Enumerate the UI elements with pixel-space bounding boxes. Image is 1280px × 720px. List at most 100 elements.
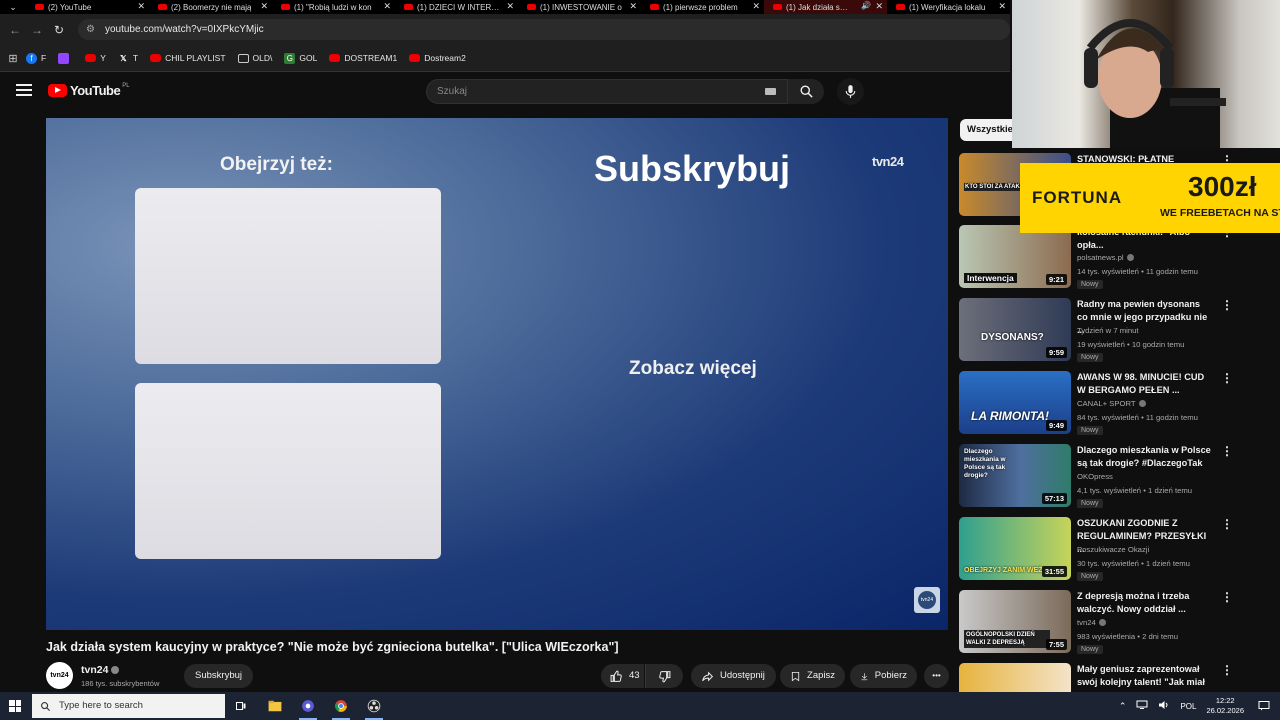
video-channel[interactable]: Tydzień w 7 minut [1077,326,1139,335]
file-explorer-icon[interactable] [262,696,288,716]
voice-search-button[interactable] [837,78,864,105]
list-item[interactable]: LA RIMONTA! 9:49 AWANS W 98. MINUCIE! CU… [959,371,1233,437]
bookmark[interactable] [58,52,73,64]
taskbar-search-input[interactable]: Type here to search [32,694,225,718]
save-button[interactable]: Zapisz [780,664,845,688]
video-thumbnail[interactable]: Dlaczego mieszkania w Polsce są tak drog… [959,444,1071,507]
browser-tab[interactable]: (1) DZIECI W INTERNE ✕ [395,0,518,14]
video-thumbnail[interactable]: LA RIMONTA! 9:49 [959,371,1071,434]
browser-tab[interactable]: (1) pierwsze problem ✕ [641,0,764,14]
apps-grid-icon[interactable]: ⊞ [0,52,26,65]
url-field[interactable]: ⚙ youtube.com/watch?v=0IXPkcYMjic [78,19,1010,40]
endscreen-see-more[interactable]: Zobacz więcej [629,358,757,380]
site-info-icon[interactable]: ⚙ [86,24,95,35]
tray-chevron-icon[interactable]: ⌃ [1119,701,1127,712]
more-options-icon[interactable]: ⋮ [1221,445,1233,457]
close-icon[interactable]: ✕ [629,1,637,12]
browser-tab[interactable]: (2) Boomerzy nie mają ✕ [149,0,272,14]
dislike-button[interactable] [645,664,683,688]
close-icon[interactable]: ✕ [875,1,883,12]
more-options-icon[interactable]: ⋮ [1221,664,1233,676]
video-player[interactable]: Obejrzyj też: Subskrybuj tvn24 Zobacz wi… [46,118,948,630]
taskbar-clock[interactable]: 12:22 26.02.2026 [1206,696,1244,716]
list-item[interactable]: OGÓLNOPOLSKI DZIEŃ WALKI Z DEPRESJĄ 7:55… [959,590,1233,656]
list-item[interactable]: Mały geniusz zaprezentował swój kolejny … [959,663,1233,692]
tab-search-chevron-icon[interactable]: ⌄ [0,0,26,14]
speaker-icon[interactable]: 🔊 [861,1,871,10]
list-item[interactable]: Dlaczego mieszkania w Polsce są tak drog… [959,444,1233,510]
bookmark[interactable]: G GOL [284,52,317,64]
video-channel[interactable]: polsatnews.pl [1077,253,1134,262]
list-item[interactable]: OBEJRZYJ ZANIM WEŹ 31:55 OSZUKANI ZGODNI… [959,517,1233,583]
endscreen-subscribe[interactable]: Subskrybuj [594,148,790,190]
video-thumbnail[interactable] [959,663,1071,692]
obs-icon[interactable] [361,696,387,720]
browser-tab[interactable]: (1) "Robią ludzi w kon ✕ [272,0,395,14]
streaming-app-icon[interactable] [295,696,321,720]
video-title[interactable]: Mały geniusz zaprezentował swój kolejny … [1077,663,1213,692]
bookmark[interactable]: 𝕏T [118,53,138,64]
more-options-icon[interactable]: ⋮ [1221,518,1233,530]
video-thumbnail[interactable]: OBEJRZYJ ZANIM WEŹ 31:55 [959,517,1071,580]
browser-tab-active[interactable]: (1) Jak działa syst 🔊 ✕ [764,0,887,14]
list-item[interactable]: Interwencja 9:21 kolosalne rachunki. "Al… [959,225,1233,291]
bookmark-folder[interactable]: OLD\ [237,53,272,63]
bookmark[interactable]: CHIL PLAYLIST [150,53,226,63]
subscribe-button[interactable]: Subskrybuj [184,664,253,688]
chrome-icon[interactable] [328,696,354,720]
video-channel[interactable]: CANAL+ SPORT [1077,399,1146,408]
video-title[interactable]: Z depresją można i trzeba walczyć. Nowy … [1077,590,1213,616]
chip-all[interactable]: Wszystkie [960,119,1020,141]
video-duration: 9:21 [1045,274,1067,285]
search-button[interactable] [788,79,824,104]
bookmark[interactable]: DOSTREAM1 [329,53,397,63]
browser-tab[interactable]: (2) YouTube ✕ [26,0,149,14]
video-title[interactable]: AWANS W 98. MINUCIE! CUD W BERGAMO PEŁEN… [1077,371,1213,397]
video-channel[interactable]: OKOpress [1077,472,1113,481]
forward-icon[interactable]: → [26,23,48,37]
channel-watermark[interactable]: tvn24 [914,587,940,613]
avatar[interactable]: tvn24 [46,662,73,689]
close-icon[interactable]: ✕ [260,1,268,12]
browser-tab[interactable]: (1) INWESTOWANIE o ✕ [518,0,641,14]
search-input[interactable]: Szukaj [426,79,788,104]
menu-icon[interactable] [16,84,32,98]
list-item[interactable]: DYSONANS? 9:59 Radny ma pewien dysonans … [959,298,1233,364]
bookmark[interactable]: Y [85,53,106,63]
video-title[interactable]: Dlaczego mieszkania w Polsce są tak drog… [1077,444,1213,470]
youtube-logo[interactable]: YouTube PL [48,83,130,98]
download-button[interactable]: Pobierz [850,664,917,688]
more-options-icon[interactable]: ⋮ [1221,372,1233,384]
share-button[interactable]: Udostępnij [691,664,776,688]
endscreen-video-card[interactable] [135,188,441,364]
notifications-icon[interactable] [1258,700,1270,714]
more-options-icon[interactable]: ⋮ [1221,299,1233,311]
video-channel[interactable]: tvn24 [1077,618,1106,627]
close-icon[interactable]: ✕ [998,1,1006,12]
close-icon[interactable]: ✕ [752,1,760,12]
more-actions-button[interactable]: ••• [924,664,949,688]
close-icon[interactable]: ✕ [506,1,514,12]
back-icon[interactable]: ← [4,23,26,37]
keyboard-icon[interactable] [765,88,776,95]
bookmark[interactable]: fF [26,52,46,64]
close-icon[interactable]: ✕ [383,1,391,12]
browser-tab[interactable]: (1) Weryfikacja lokalu ✕ [887,0,1010,14]
video-thumbnail[interactable]: DYSONANS? 9:59 [959,298,1071,361]
youtube-favicon-icon [896,4,905,10]
close-icon[interactable]: ✕ [137,1,145,12]
more-options-icon[interactable]: ⋮ [1221,591,1233,603]
like-button[interactable]: 43 [601,664,644,688]
video-thumbnail[interactable]: OGÓLNOPOLSKI DZIEŃ WALKI Z DEPRESJĄ 7:55 [959,590,1071,653]
network-icon[interactable] [1136,700,1148,712]
windows-start-icon[interactable] [9,700,21,712]
reload-icon[interactable]: ↻ [48,23,70,37]
video-thumbnail[interactable]: Interwencja 9:21 [959,225,1071,288]
volume-icon[interactable] [1158,700,1170,712]
bookmark[interactable]: Dostream2 [409,53,466,63]
task-view-icon[interactable] [228,696,254,716]
video-channel[interactable]: Poszukiwacze Okazji [1077,545,1149,554]
endscreen-video-card[interactable] [135,383,441,559]
channel-name[interactable]: tvn24 [81,664,120,676]
language-indicator[interactable]: POL [1180,702,1196,711]
